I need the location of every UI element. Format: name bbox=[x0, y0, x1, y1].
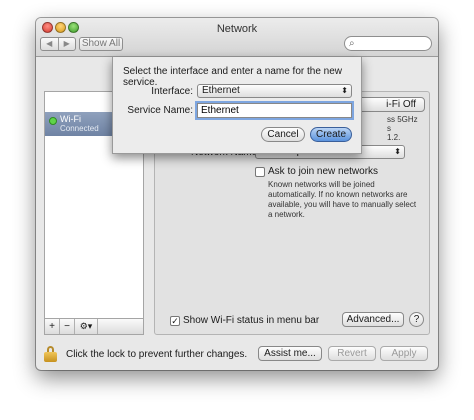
interface-label: Interface: bbox=[151, 86, 193, 97]
chevron-updown-icon: ⬍ bbox=[341, 86, 348, 95]
interface-popup[interactable]: Ethernet ⬍ bbox=[197, 84, 352, 98]
show-all-button[interactable]: Show All bbox=[79, 37, 123, 51]
network-window: Network ◀ ▶ Show All ⌕ Wi-Fi Connected +… bbox=[36, 18, 438, 370]
show-wifi-status-label: Show Wi-Fi status in menu bar bbox=[183, 315, 320, 326]
back-forward-control: ◀ ▶ bbox=[40, 37, 76, 51]
chevron-updown-icon: ⬍ bbox=[394, 147, 401, 156]
revert-button[interactable]: Revert bbox=[328, 346, 376, 361]
create-button[interactable]: Create bbox=[310, 127, 352, 142]
service-name-input[interactable] bbox=[197, 103, 352, 118]
search-field[interactable]: ⌕ bbox=[344, 36, 432, 51]
service-name: Wi-Fi bbox=[60, 114, 81, 124]
status-text-line: s bbox=[387, 124, 391, 133]
apply-button[interactable]: Apply bbox=[380, 346, 428, 361]
ask-join-description: Known networks will be joined automatica… bbox=[268, 180, 417, 219]
add-service-button[interactable]: + bbox=[45, 319, 60, 334]
lock-message: Click the lock to prevent further change… bbox=[66, 349, 248, 360]
service-list-tools: + − ⚙▾ bbox=[44, 318, 144, 335]
new-service-sheet: Select the interface and enter a name fo… bbox=[112, 57, 362, 154]
back-arrow-icon[interactable]: ◀ bbox=[41, 38, 58, 50]
cancel-button[interactable]: Cancel bbox=[261, 127, 305, 142]
service-status: Connected bbox=[60, 124, 99, 133]
ask-join-checkbox[interactable] bbox=[255, 167, 265, 177]
status-text-line: ss 5GHz bbox=[387, 115, 418, 124]
remove-service-button[interactable]: − bbox=[60, 319, 75, 334]
advanced-button[interactable]: Advanced... bbox=[342, 312, 404, 327]
search-icon: ⌕ bbox=[349, 38, 355, 49]
show-wifi-status-checkbox[interactable]: ✓ bbox=[170, 316, 180, 326]
gear-icon[interactable]: ⚙▾ bbox=[75, 319, 98, 334]
help-button[interactable]: ? bbox=[409, 312, 424, 327]
forward-arrow-icon[interactable]: ▶ bbox=[57, 38, 76, 50]
status-indicator-icon bbox=[49, 117, 57, 125]
lock-icon[interactable] bbox=[44, 346, 58, 362]
service-name-label: Service Name: bbox=[127, 105, 193, 116]
title-bar: Network ◀ ▶ Show All ⌕ bbox=[36, 18, 438, 57]
ask-join-label: Ask to join new networks bbox=[268, 166, 379, 177]
status-text-line: 1.2. bbox=[387, 133, 401, 142]
interface-value: Ethernet bbox=[202, 85, 240, 96]
assist-me-button[interactable]: Assist me... bbox=[258, 346, 322, 361]
window-title: Network bbox=[216, 23, 258, 35]
